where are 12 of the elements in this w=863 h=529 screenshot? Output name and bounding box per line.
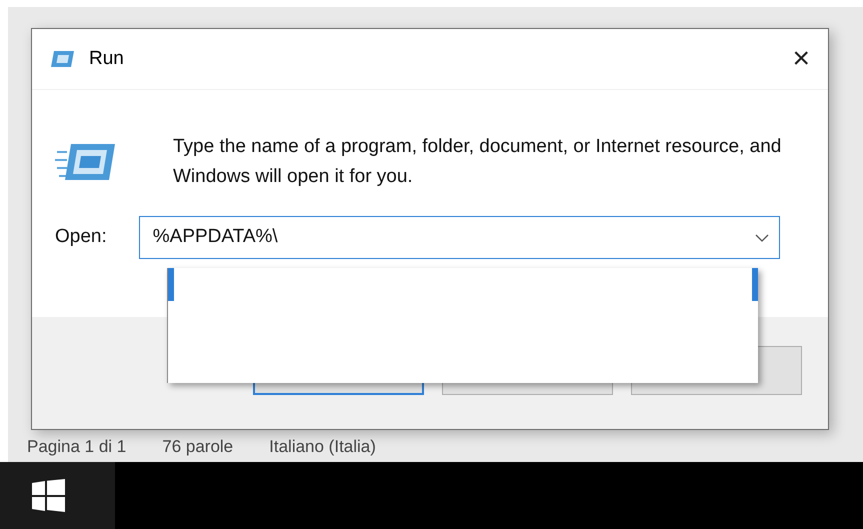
windows-logo-icon xyxy=(32,479,65,512)
status-text: 76 parole xyxy=(162,436,234,458)
status-text: Pagina 1 di 1 xyxy=(27,436,126,458)
start-button[interactable] xyxy=(0,462,115,529)
window-title: Run xyxy=(89,46,124,71)
prompt-text: Type the name of a program, folder, document, or Internet resource, and Windows will open it for you. xyxy=(173,135,782,189)
status-text: Italiano (Italia) xyxy=(269,436,376,458)
open-label: Open: xyxy=(55,225,107,250)
open-combobox[interactable]: %APPDATA%\ xyxy=(138,216,780,259)
run-icon xyxy=(49,50,75,68)
close-button[interactable]: × xyxy=(792,44,810,74)
chevron-down-icon xyxy=(754,234,769,242)
